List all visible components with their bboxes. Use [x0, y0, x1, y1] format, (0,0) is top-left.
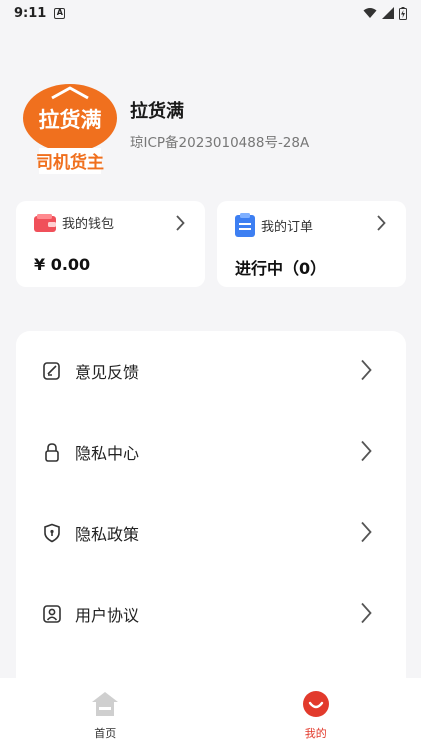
home-icon [92, 692, 119, 716]
logo-text-top: 拉货满 [39, 108, 102, 132]
menu-label: 用户协议 [75, 606, 140, 625]
status-icons [363, 6, 407, 20]
wallet-balance: ¥ 0.00 [34, 255, 91, 274]
status-time: 9:11 [14, 5, 47, 21]
settings-menu: 意见反馈 隐私中心 隐私政策 用户协议 [16, 331, 406, 691]
shield-icon [44, 523, 60, 543]
status-bar: 9:11 A [0, 0, 421, 26]
tab-home[interactable]: 首页 [0, 678, 211, 748]
chevron-right-icon [361, 602, 372, 624]
menu-item-user-agreement[interactable]: 用户协议 [16, 584, 406, 644]
chevron-right-icon [361, 359, 372, 381]
icp-number: 琼ICP备2023010488号-28A [130, 135, 310, 151]
logo-text-bottom: 司机货主 [36, 152, 104, 173]
tab-label: 我的 [304, 727, 327, 740]
orders-status: 进行中（0） [235, 259, 327, 278]
battery-icon [399, 6, 407, 20]
wallet-label: 我的钱包 [62, 217, 115, 232]
menu-item-feedback[interactable]: 意见反馈 [16, 341, 406, 401]
chevron-right-icon [176, 215, 185, 231]
wifi-icon [363, 8, 377, 18]
wallet-card[interactable]: 我的钱包 ¥ 0.00 [16, 201, 205, 287]
orders-card[interactable]: 我的订单 进行中（0） [217, 201, 406, 287]
tab-mine[interactable]: 我的 [211, 678, 421, 748]
app-name: 拉货满 [130, 101, 184, 122]
menu-label: 意见反馈 [75, 363, 140, 382]
app-logo: 拉货满 司机货主 [22, 82, 118, 178]
notification-icon: A [54, 7, 66, 19]
user-agreement-icon [43, 605, 61, 623]
tab-label: 首页 [94, 727, 117, 740]
profile-header: 拉货满 司机货主 拉货满 琼ICP备2023010488号-28A [22, 82, 309, 178]
menu-label: 隐私政策 [75, 525, 140, 544]
chevron-right-icon [361, 440, 372, 462]
lock-icon [45, 443, 59, 462]
menu-item-privacy-center[interactable]: 隐私中心 [16, 422, 406, 482]
chevron-right-icon [361, 521, 372, 543]
feedback-icon [43, 362, 60, 380]
bottom-tab-bar: 首页 我的 [0, 678, 421, 748]
menu-item-privacy-policy[interactable]: 隐私政策 [16, 503, 406, 563]
clipboard-icon [235, 213, 255, 237]
orders-label: 我的订单 [261, 219, 314, 235]
mine-icon [302, 691, 329, 717]
wallet-icon [34, 213, 56, 232]
chevron-right-icon [377, 215, 386, 231]
signal-icon [382, 7, 394, 19]
menu-label: 隐私中心 [75, 444, 140, 463]
